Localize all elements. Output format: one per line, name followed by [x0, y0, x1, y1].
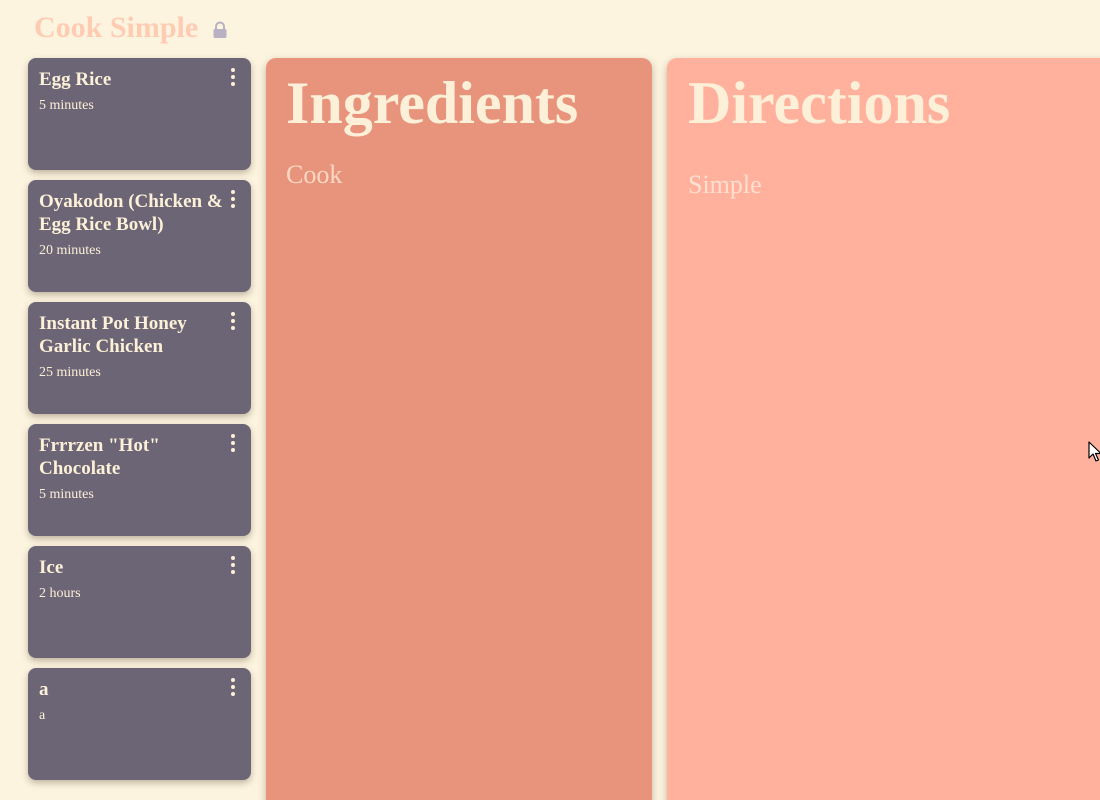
recipe-card[interactable]: Oyakodon (Chicken & Egg Rice Bowl) 20 mi… — [28, 180, 251, 292]
recipe-time: 2 hours — [39, 586, 81, 601]
recipe-card[interactable]: Egg Rice 5 minutes — [28, 58, 251, 170]
recipe-title: Instant Pot Honey Garlic Chicken — [39, 313, 187, 357]
more-options-icon[interactable] — [229, 190, 237, 208]
more-options-icon[interactable] — [229, 312, 237, 330]
more-options-icon[interactable] — [229, 556, 237, 574]
recipe-time: 5 minutes — [39, 487, 94, 502]
more-options-icon[interactable] — [229, 434, 237, 452]
directions-body: Simple — [688, 170, 762, 199]
recipe-list: Egg Rice 5 minutes Oyakodon (Chicken & E… — [28, 58, 251, 790]
directions-heading: Directions — [688, 70, 951, 136]
recipe-time: 25 minutes — [39, 365, 101, 380]
recipe-title: Frrrzen "Hot" Chocolate — [39, 435, 160, 479]
recipe-title: Oyakodon (Chicken & Egg Rice Bowl) — [39, 191, 223, 235]
recipe-title: Ice — [39, 557, 64, 578]
recipe-card[interactable]: a a — [28, 668, 251, 780]
recipe-title: a — [39, 679, 49, 700]
recipe-card[interactable]: Ice 2 hours — [28, 546, 251, 658]
ingredients-panel: Ingredients Cook — [266, 58, 652, 800]
ingredients-heading: Ingredients — [286, 70, 579, 136]
more-options-icon[interactable] — [229, 678, 237, 696]
app-header: Cook Simple — [34, 8, 228, 48]
lock-icon[interactable] — [212, 21, 228, 39]
recipe-card[interactable]: Frrrzen "Hot" Chocolate 5 minutes — [28, 424, 251, 536]
directions-panel: Directions Simple — [667, 58, 1100, 800]
app-title: Cook Simple — [34, 11, 199, 44]
recipe-time: 20 minutes — [39, 243, 101, 258]
more-options-icon[interactable] — [229, 68, 237, 86]
recipe-time: 5 minutes — [39, 98, 94, 113]
ingredients-body: Cook — [286, 160, 343, 189]
app-root: Cook Simple Egg Rice 5 minutes Oyakodon … — [0, 0, 1100, 800]
recipe-title: Egg Rice — [39, 69, 112, 90]
recipe-card[interactable]: Instant Pot Honey Garlic Chicken 25 minu… — [28, 302, 251, 414]
recipe-time: a — [39, 708, 46, 723]
